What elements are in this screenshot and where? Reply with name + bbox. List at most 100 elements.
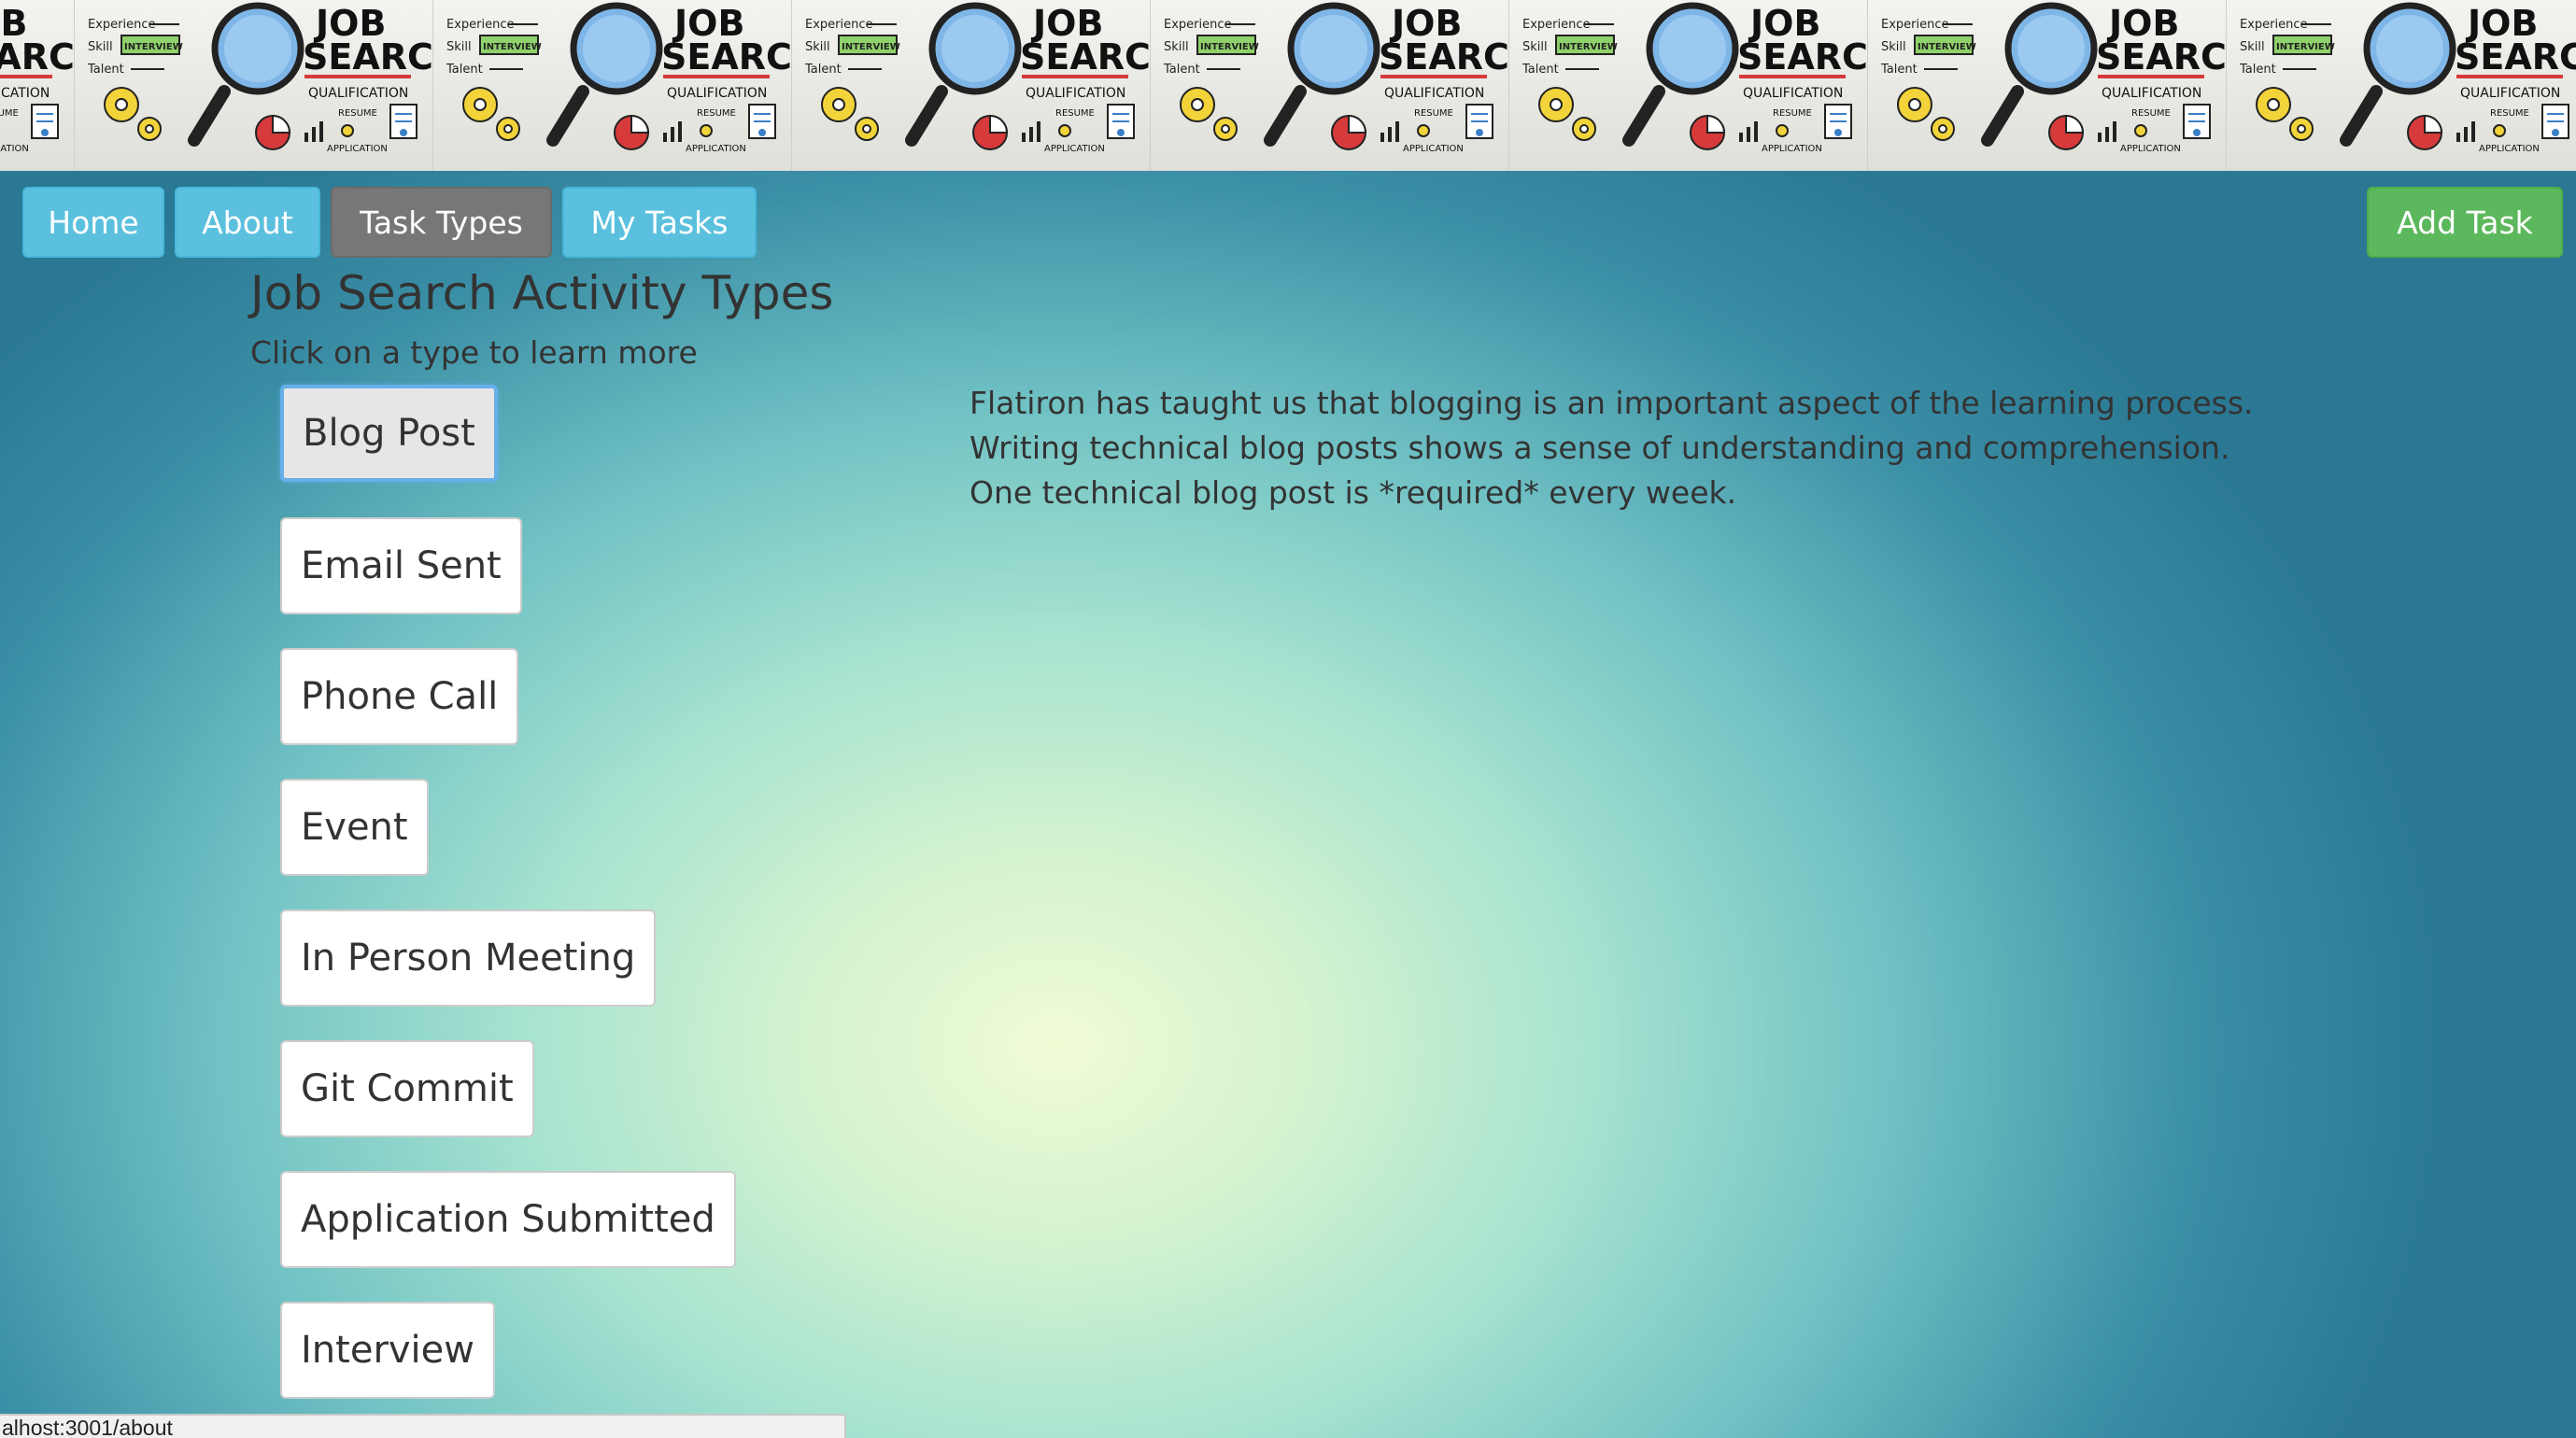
svg-text:Skill: Skill bbox=[1881, 40, 1906, 54]
browser-status-bar: alhost:3001/about bbox=[0, 1414, 846, 1438]
svg-text:INTERVIEW: INTERVIEW bbox=[483, 42, 542, 52]
svg-text:Skill: Skill bbox=[446, 40, 472, 54]
svg-text:QUALIFICATION: QUALIFICATION bbox=[0, 86, 50, 101]
svg-text:APPLICATION: APPLICATION bbox=[1762, 144, 1822, 154]
svg-text:RESUME: RESUME bbox=[1773, 108, 1812, 119]
add-task-button[interactable]: Add Task bbox=[2367, 187, 2563, 258]
svg-text:Skill: Skill bbox=[2240, 40, 2265, 54]
svg-text:SEARCH: SEARCH bbox=[0, 36, 75, 78]
svg-text:INTERVIEW: INTERVIEW bbox=[842, 42, 900, 52]
svg-text:QUALIFICATION: QUALIFICATION bbox=[1384, 86, 1484, 101]
svg-text:APPLICATION: APPLICATION bbox=[2479, 144, 2540, 154]
certificate-icon bbox=[748, 104, 776, 139]
type-button-in-person-meeting[interactable]: In Person Meeting bbox=[280, 909, 657, 1007]
svg-text:QUALIFICATION: QUALIFICATION bbox=[667, 86, 767, 101]
svg-text:APPLICATION: APPLICATION bbox=[1044, 144, 1105, 154]
svg-text:Talent: Talent bbox=[1522, 63, 1559, 77]
pie-chart-icon bbox=[1331, 114, 1367, 150]
svg-text:SEARCH: SEARCH bbox=[1737, 36, 1868, 78]
svg-text:RESUME: RESUME bbox=[2490, 108, 2529, 119]
pie-chart-icon bbox=[614, 114, 650, 150]
pie-chart-icon bbox=[2407, 114, 2443, 150]
bar-chart-icon bbox=[2456, 121, 2475, 142]
banner-tile: ExperienceSkillINTERVIEWTalentJOBSEARCHQ… bbox=[1509, 0, 1868, 171]
banner-tile: ExperienceSkillINTERVIEWTalentJOBSEARCHQ… bbox=[1151, 0, 1509, 171]
svg-text:INTERVIEW: INTERVIEW bbox=[124, 42, 183, 52]
svg-text:QUALIFICATION: QUALIFICATION bbox=[1743, 86, 1843, 101]
svg-text:RESUME: RESUME bbox=[1055, 108, 1095, 119]
type-button-event[interactable]: Event bbox=[280, 779, 429, 876]
gear-icon bbox=[1897, 87, 1955, 141]
svg-text:RESUME: RESUME bbox=[0, 108, 19, 119]
svg-text:QUALIFICATION: QUALIFICATION bbox=[1026, 86, 1125, 101]
type-button-phone-call[interactable]: Phone Call bbox=[280, 648, 519, 745]
bar-chart-icon bbox=[1022, 121, 1040, 142]
svg-text:RESUME: RESUME bbox=[338, 108, 377, 119]
type-button-interview[interactable]: Interview bbox=[280, 1302, 495, 1399]
banner-tile: ExperienceSkillINTERVIEWTalentJOBSEARCHQ… bbox=[1868, 0, 2227, 171]
svg-text:SEARCH: SEARCH bbox=[1020, 36, 1151, 78]
banner-tile: ExperienceSkillINTERVIEWTalentJOBSEARCHQ… bbox=[433, 0, 792, 171]
certificate-icon bbox=[1107, 104, 1135, 139]
svg-text:Experience: Experience bbox=[1164, 18, 1232, 32]
gear-icon bbox=[462, 87, 520, 141]
svg-text:APPLICATION: APPLICATION bbox=[1403, 144, 1464, 154]
svg-text:QUALIFICATION: QUALIFICATION bbox=[308, 86, 408, 101]
svg-text:QUALIFICATION: QUALIFICATION bbox=[2102, 86, 2201, 101]
svg-text:Talent: Talent bbox=[804, 63, 842, 77]
svg-text:SEARCH: SEARCH bbox=[1379, 36, 1509, 78]
svg-text:Experience: Experience bbox=[2240, 18, 2308, 32]
type-button-git-commit[interactable]: Git Commit bbox=[280, 1040, 534, 1137]
svg-text:SEARCH: SEARCH bbox=[2455, 36, 2576, 78]
svg-text:Talent: Talent bbox=[1880, 63, 1918, 77]
svg-text:Experience: Experience bbox=[88, 18, 156, 32]
nav-my-tasks-button[interactable]: My Tasks bbox=[562, 187, 757, 258]
svg-text:RESUME: RESUME bbox=[697, 108, 736, 119]
svg-text:APPLICATION: APPLICATION bbox=[2120, 144, 2181, 154]
certificate-icon bbox=[1465, 104, 1493, 139]
svg-text:APPLICATION: APPLICATION bbox=[0, 144, 29, 154]
svg-text:Skill: Skill bbox=[1164, 40, 1189, 54]
nav-task-types-button[interactable]: Task Types bbox=[331, 187, 552, 258]
svg-text:SEARCH: SEARCH bbox=[2096, 36, 2227, 78]
svg-text:Talent: Talent bbox=[446, 63, 483, 77]
type-button-application-submitted[interactable]: Application Submitted bbox=[280, 1171, 736, 1268]
bar-chart-icon bbox=[1380, 121, 1399, 142]
svg-text:Talent: Talent bbox=[2239, 63, 2276, 77]
pie-chart-icon bbox=[2048, 114, 2085, 150]
type-button-email-sent[interactable]: Email Sent bbox=[280, 517, 522, 614]
type-description: Flatiron has taught us that blogging is … bbox=[970, 385, 2254, 511]
svg-text:INTERVIEW: INTERVIEW bbox=[1559, 42, 1618, 52]
svg-text:INTERVIEW: INTERVIEW bbox=[2276, 42, 2335, 52]
svg-text:APPLICATION: APPLICATION bbox=[686, 144, 746, 154]
svg-text:INTERVIEW: INTERVIEW bbox=[1200, 42, 1259, 52]
svg-text:RESUME: RESUME bbox=[2131, 108, 2171, 119]
svg-text:Talent: Talent bbox=[87, 63, 124, 77]
svg-text:QUALIFICATION: QUALIFICATION bbox=[2460, 86, 2560, 101]
pie-chart-icon bbox=[255, 114, 291, 150]
certificate-icon bbox=[31, 104, 59, 139]
svg-text:RESUME: RESUME bbox=[1414, 108, 1453, 119]
banner-tile: ExperienceSkillINTERVIEWTalentJOBSEARCHQ… bbox=[792, 0, 1151, 171]
bar-chart-icon bbox=[1739, 121, 1758, 142]
header-banner: ExperienceSkillINTERVIEWTalentJOBSEARCHQ… bbox=[0, 0, 2576, 171]
certificate-icon bbox=[2183, 104, 2211, 139]
gear-icon bbox=[1538, 87, 1596, 141]
nav-about-button[interactable]: About bbox=[175, 187, 320, 258]
svg-text:Experience: Experience bbox=[1522, 18, 1591, 32]
nav-home-button[interactable]: Home bbox=[22, 187, 164, 258]
svg-text:Experience: Experience bbox=[805, 18, 873, 32]
svg-text:SEARCH: SEARCH bbox=[661, 36, 792, 78]
gear-icon bbox=[821, 87, 879, 141]
svg-text:Skill: Skill bbox=[1522, 40, 1548, 54]
svg-text:APPLICATION: APPLICATION bbox=[327, 144, 388, 154]
banner-tile: ExperienceSkillINTERVIEWTalentJOBSEARCHQ… bbox=[0, 0, 75, 171]
certificate-icon bbox=[1824, 104, 1852, 139]
gear-icon bbox=[2256, 87, 2314, 141]
gear-icon bbox=[104, 87, 162, 141]
banner-tile: ExperienceSkillINTERVIEWTalentJOBSEARCHQ… bbox=[2227, 0, 2576, 171]
certificate-icon bbox=[389, 104, 418, 139]
pie-chart-icon bbox=[1690, 114, 1726, 150]
type-button-blog-post[interactable]: Blog Post bbox=[280, 385, 498, 482]
svg-text:Experience: Experience bbox=[446, 18, 515, 32]
